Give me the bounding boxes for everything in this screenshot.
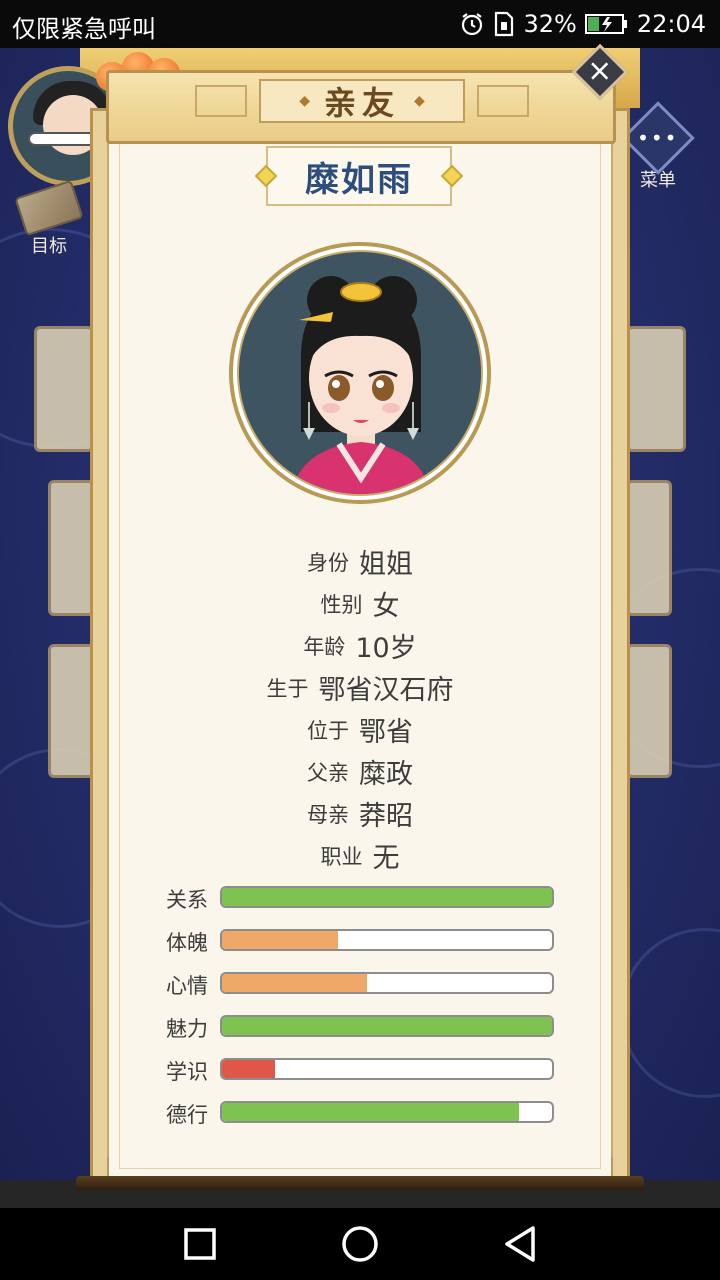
title-plate: ◆ 亲友 ◆: [259, 79, 465, 123]
stat-bar-track: [220, 1101, 554, 1123]
stat-bar-track: [220, 886, 554, 908]
relative-detail-dialog: ◆ 亲友 ◆ × 糜如雨 身份 姐姐 性别 女 年龄 10岁 生于 鄂省汉石府 …: [76, 43, 644, 1192]
recents-button[interactable]: [178, 1222, 222, 1266]
info-row-age: 年龄 10岁: [303, 633, 417, 664]
stat-relationship: 关系: [166, 886, 566, 912]
stat-mood: 心情: [166, 972, 566, 998]
stat-bar-track: [220, 1015, 554, 1037]
stat-bar-fill: [222, 931, 338, 949]
stat-bar-fill: [222, 1103, 519, 1121]
square-icon: [184, 1228, 216, 1260]
battery-percent: 32%: [523, 10, 577, 38]
status-bar: 仅限紧急呼叫 32% 22:04: [0, 0, 720, 48]
circle-icon: [342, 1226, 378, 1262]
sim-icon: [493, 11, 515, 37]
info-row-occupation: 职业无: [320, 843, 400, 874]
info-row-father: 父亲 糜政: [307, 759, 413, 790]
carrier-text: 仅限紧急呼叫: [12, 15, 156, 43]
clock: 22:04: [636, 10, 706, 38]
back-button[interactable]: [498, 1222, 542, 1266]
battery-charging-icon: [584, 12, 629, 36]
character-portrait: [229, 242, 491, 504]
goal-label: 目标: [31, 236, 67, 257]
home-button[interactable]: [338, 1222, 382, 1266]
navigation-bar: [0, 1208, 720, 1280]
info-row-mother: 母亲 莽昭: [307, 801, 413, 832]
close-icon: ×: [587, 53, 613, 89]
info-row-location: 位于 鄂省: [307, 717, 413, 748]
alarm-icon: [459, 11, 485, 37]
stat-bar-fill: [222, 888, 552, 906]
stat-knowledge: 学识: [166, 1058, 566, 1084]
stat-bar-track: [220, 972, 554, 994]
stat-bar-track: [220, 929, 554, 951]
stat-morality: 德行: [166, 1101, 566, 1127]
info-row-birthplace: 生于 鄂省汉石府: [266, 675, 454, 706]
stat-physique: 体魄: [166, 929, 566, 955]
dialog-title: 亲友: [323, 84, 400, 122]
character-name: 糜如雨: [305, 159, 413, 200]
stat-charm: 魅力: [166, 1015, 566, 1041]
triangle-back-icon: [505, 1226, 535, 1262]
scroll-icon: [14, 179, 84, 237]
scroll-rod: [76, 1176, 644, 1190]
info-row-gender: 性别女: [320, 591, 400, 622]
name-plate: 糜如雨: [254, 146, 464, 206]
dialog-header: ◆ 亲友 ◆: [106, 70, 616, 144]
stat-bar-fill: [222, 974, 368, 992]
stat-bar-track: [220, 1058, 554, 1080]
stat-bar-fill: [222, 1017, 552, 1035]
stat-bar-fill: [222, 1060, 275, 1078]
info-row-identity: 身份 姐姐: [307, 549, 413, 580]
